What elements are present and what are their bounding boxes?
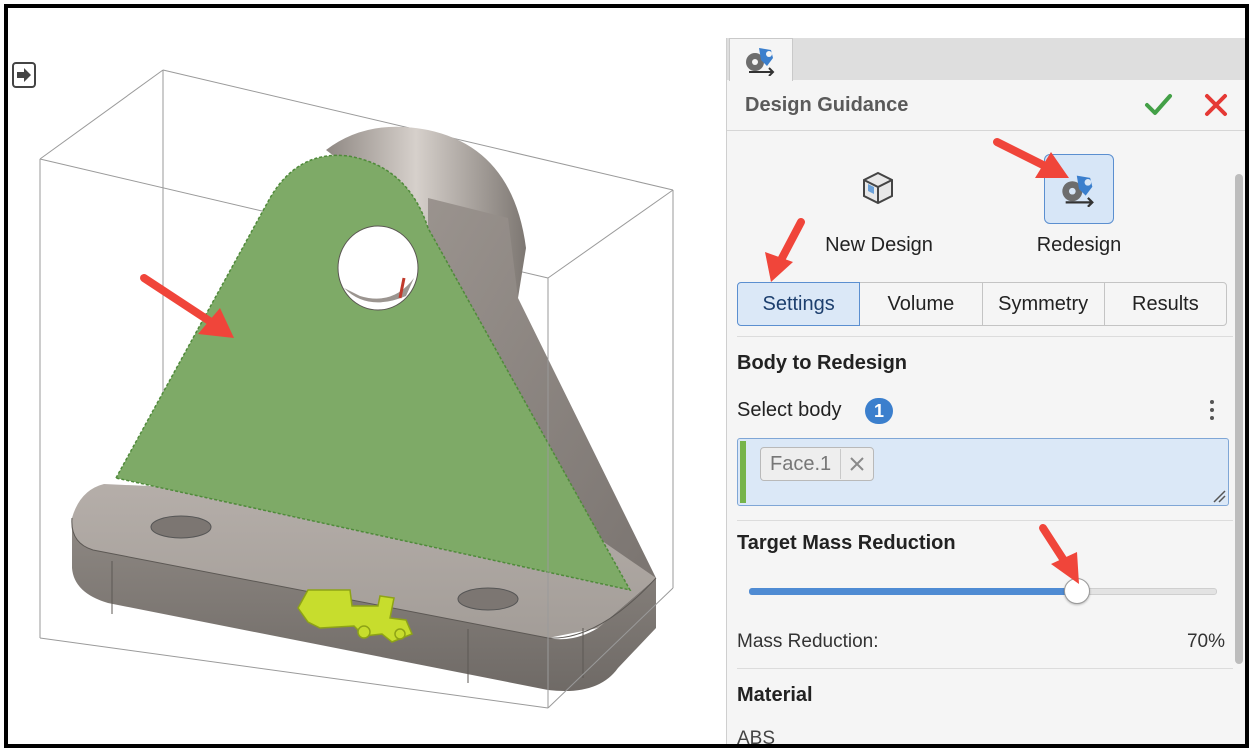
material-section-title: Material	[737, 684, 813, 706]
close-icon[interactable]	[1201, 90, 1231, 120]
exit-icon[interactable]	[12, 62, 36, 88]
check-icon[interactable]	[1143, 90, 1173, 120]
more-options-icon[interactable]	[1205, 396, 1219, 426]
selection-active-bar	[740, 441, 746, 503]
section-divider	[737, 520, 1233, 521]
design-guidance-tab[interactable]	[729, 38, 793, 81]
base-hole-left	[150, 515, 212, 539]
redesign-label: Redesign	[1036, 234, 1122, 256]
base-hole-right	[457, 587, 519, 611]
new-design-button[interactable]: New Design	[789, 146, 969, 264]
redesign-icon	[746, 48, 775, 76]
callout-arrow-face	[140, 274, 234, 338]
callout-arrow-slider	[1039, 524, 1079, 584]
mass-reduction-label: Mass Reduction:	[737, 631, 879, 652]
panel-tab-strip	[727, 38, 1245, 81]
panel-title: Design Guidance	[745, 94, 909, 116]
body-selection-box[interactable]: Face.1	[737, 438, 1229, 506]
callout-arrow-settings	[765, 218, 805, 282]
settings-tab-bar: Settings Volume Symmetry Results	[737, 282, 1227, 326]
material-value: ABS	[737, 728, 776, 748]
section-divider	[737, 668, 1233, 669]
tab-settings[interactable]: Settings	[737, 282, 861, 326]
bracket-3d-model[interactable]	[8, 38, 726, 744]
panel-scrollbar[interactable]	[1235, 174, 1243, 664]
3d-viewport[interactable]	[8, 38, 726, 744]
title-divider	[727, 130, 1245, 131]
selection-count-badge: 1	[865, 398, 893, 424]
select-body-label: Select body	[737, 399, 842, 421]
cube-icon	[844, 154, 912, 222]
tab-results[interactable]: Results	[1103, 282, 1227, 326]
section-divider	[737, 336, 1233, 337]
screenshot-frame: Design Guidance New Design Redesign Sett…	[4, 4, 1249, 748]
design-guidance-panel: Design Guidance New Design Redesign Sett…	[726, 38, 1245, 744]
remove-chip-icon[interactable]	[840, 449, 873, 479]
triangle-hole	[337, 225, 419, 311]
tab-volume[interactable]: Volume	[859, 282, 983, 326]
new-design-label: New Design	[825, 234, 933, 256]
slider-fill	[749, 588, 1077, 595]
top-strip	[8, 8, 1245, 39]
mass-reduction-slider[interactable]	[749, 576, 1217, 606]
selected-body-chip: Face.1	[760, 447, 875, 481]
chip-label: Face.1	[770, 452, 832, 475]
resize-grip-icon[interactable]	[1212, 489, 1226, 503]
mass-section-title: Target Mass Reduction	[737, 532, 956, 554]
mass-reduction-value: 70%	[1186, 631, 1225, 652]
tab-symmetry[interactable]: Symmetry	[981, 282, 1105, 326]
body-section-title: Body to Redesign	[737, 352, 908, 374]
callout-arrow-redesign	[993, 138, 1069, 178]
